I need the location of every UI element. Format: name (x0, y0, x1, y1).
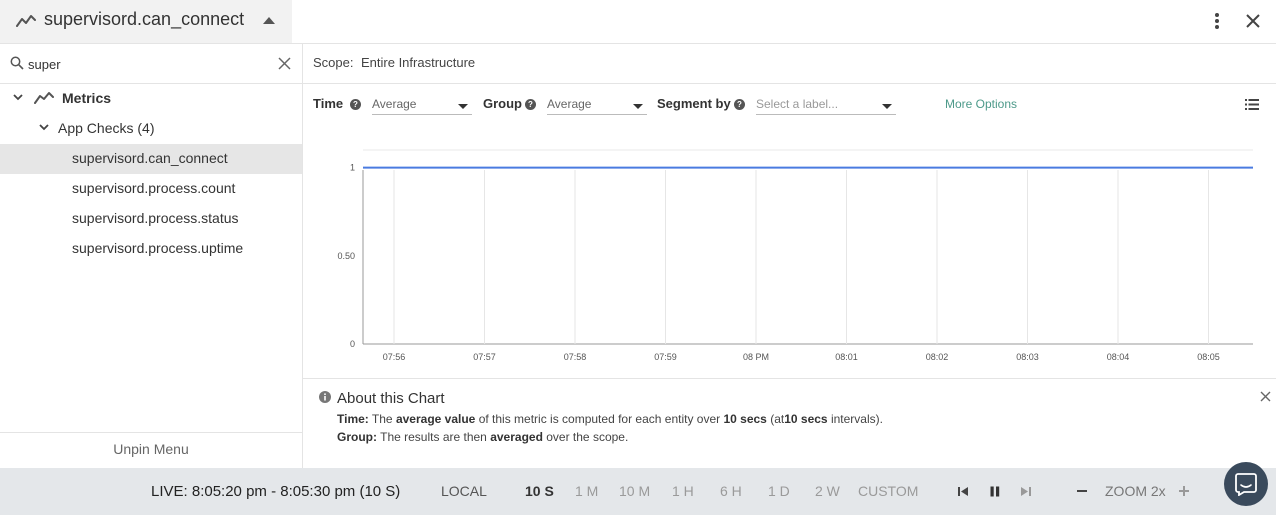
y-tick-label: 0 (350, 339, 355, 349)
timezone-toggle[interactable]: LOCAL (441, 483, 487, 499)
range-10s[interactable]: 10 S (525, 483, 554, 499)
segment-placeholder: Select a label... (756, 97, 839, 111)
step-forward-icon[interactable] (1020, 486, 1032, 497)
more-options-link[interactable]: More Options (945, 97, 1017, 111)
x-tick-label: 07:57 (473, 352, 496, 362)
about-time-line: Time: The average value of this metric i… (337, 412, 883, 426)
group-aggregation-select[interactable]: Average (547, 97, 647, 115)
scope-value[interactable]: Entire Infrastructure (361, 55, 475, 70)
help-icon[interactable]: ? (350, 99, 361, 110)
pause-icon[interactable] (989, 486, 1001, 497)
caret-down-icon (633, 104, 643, 109)
search-input[interactable] (28, 54, 268, 74)
x-tick-label: 08:05 (1197, 352, 1220, 362)
tree-item-process-count[interactable]: supervisord.process.count (72, 180, 235, 196)
metric-chart: 07:56 07:57 07:58 07:59 08 PM 08:01 08:02 08:03… (337, 149, 1253, 362)
zoom-level: ZOOM 2x (1105, 483, 1166, 499)
x-tick-label: 08 PM (743, 352, 769, 362)
scope-label: Scope: (313, 55, 354, 70)
segment-label: Segment by (657, 96, 731, 111)
x-tick-label: 07:58 (564, 352, 587, 362)
x-tick-label: 07:59 (654, 352, 677, 362)
step-back-icon[interactable] (957, 486, 969, 497)
line-chart-icon (16, 13, 36, 29)
unpin-menu-button[interactable]: Unpin Menu (0, 441, 302, 457)
x-tick-label: 08:03 (1016, 352, 1039, 362)
tree-group-app-checks[interactable]: App Checks (4) (58, 120, 154, 136)
close-icon[interactable] (1245, 13, 1261, 29)
chat-icon (1235, 472, 1257, 496)
range-2w[interactable]: 2 W (815, 483, 840, 499)
header-divider (0, 43, 1276, 44)
time-aggregation-select[interactable]: Average (372, 97, 472, 115)
more-vertical-icon[interactable] (1212, 12, 1222, 30)
search-icon (10, 56, 24, 70)
about-group-line: Group: The results are then averaged ove… (337, 430, 629, 444)
x-tick-label: 08:04 (1107, 352, 1130, 362)
tree-root-metrics[interactable]: Metrics (62, 90, 111, 106)
list-icon[interactable] (1245, 99, 1259, 110)
range-custom[interactable]: CUSTOM (858, 483, 918, 499)
range-1h[interactable]: 1 H (672, 483, 694, 499)
tree-item-can-connect[interactable]: supervisord.can_connect (72, 150, 228, 166)
clear-icon[interactable] (278, 57, 291, 70)
y-tick-label: 0.50 (337, 251, 355, 261)
caret-down-icon (458, 104, 468, 109)
time-aggregation-value: Average (372, 97, 417, 111)
tree-item-process-status[interactable]: supervisord.process.status (72, 210, 239, 226)
chat-button[interactable] (1224, 462, 1268, 506)
help-icon[interactable]: ? (525, 99, 536, 110)
x-tick-label: 08:02 (926, 352, 949, 362)
x-tick-label: 08:01 (835, 352, 858, 362)
chart-area: 07:56 07:57 07:58 07:59 08 PM 08:01 08:02 08:03… (303, 140, 1276, 376)
range-1m[interactable]: 1 M (575, 483, 598, 499)
y-tick-label: 1 (350, 163, 355, 173)
range-1d[interactable]: 1 D (768, 483, 790, 499)
group-aggregation-value: Average (547, 97, 592, 111)
close-icon[interactable] (1260, 391, 1271, 402)
about-divider (303, 378, 1276, 379)
zoom-out-icon[interactable] (1076, 485, 1088, 497)
caret-up-icon[interactable] (262, 16, 276, 25)
segment-select[interactable]: Select a label... (756, 97, 896, 115)
range-6h[interactable]: 6 H (720, 483, 742, 499)
unpin-divider (0, 432, 302, 433)
x-tick-label: 07:56 (383, 352, 406, 362)
live-time-range: LIVE: 8:05:20 pm - 8:05:30 pm (10 S) (151, 483, 401, 500)
caret-down-icon (882, 104, 892, 109)
time-label: Time (313, 96, 344, 111)
about-title: About this Chart (337, 390, 445, 407)
tree-item-process-uptime[interactable]: supervisord.process.uptime (72, 240, 243, 256)
range-10m[interactable]: 10 M (619, 483, 650, 499)
group-label: Group (483, 96, 522, 111)
help-icon[interactable]: ? (734, 99, 745, 110)
info-icon (319, 391, 331, 403)
chevron-down-icon[interactable] (12, 92, 24, 102)
scope-divider (303, 83, 1276, 84)
zoom-in-icon[interactable] (1178, 485, 1190, 497)
search-divider (0, 83, 302, 84)
line-chart-icon (34, 91, 54, 105)
chevron-down-icon[interactable] (38, 122, 50, 132)
metric-title: supervisord.can_connect (44, 9, 245, 29)
